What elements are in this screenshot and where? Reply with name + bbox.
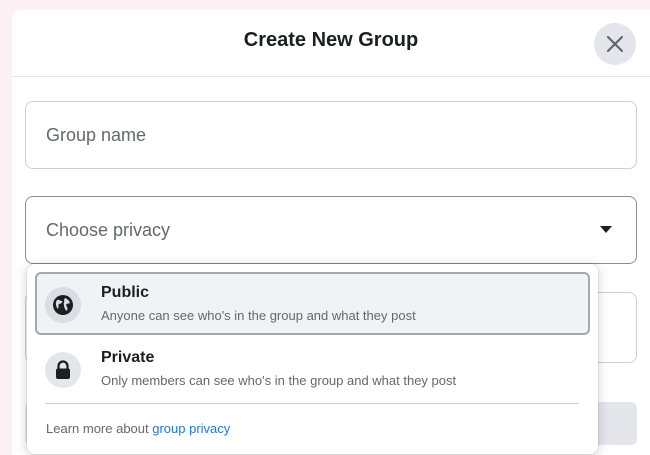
learn-more-prefix: Learn more about — [46, 421, 153, 436]
close-button[interactable] — [594, 23, 636, 65]
lock-icon — [45, 352, 81, 388]
private-option-label: Private — [101, 349, 155, 366]
privacy-option-private[interactable]: Private Only members can see who's in th… — [35, 337, 590, 400]
privacy-select[interactable]: Choose privacy — [25, 196, 637, 264]
privacy-dropdown-menu: Public Anyone can see who's in the group… — [27, 264, 598, 454]
dialog-header: Create New Group — [12, 10, 650, 77]
public-option-label: Public — [101, 284, 150, 301]
group-name-placeholder: Group name — [46, 125, 147, 145]
globe-icon — [45, 287, 81, 323]
privacy-placeholder: Choose privacy — [46, 220, 171, 240]
menu-divider — [45, 403, 579, 404]
learn-more-text: Learn more about group privacy — [46, 421, 230, 436]
group-privacy-link[interactable]: group privacy — [152, 421, 230, 436]
public-option-description: Anyone can see who's in the group and wh… — [101, 308, 416, 323]
dialog-title: Create New Group — [243, 29, 419, 51]
group-name-input[interactable]: Group name — [25, 101, 637, 169]
caret-down-icon — [600, 226, 612, 233]
close-icon — [606, 35, 624, 53]
privacy-option-public[interactable]: Public Anyone can see who's in the group… — [35, 272, 590, 335]
private-option-description: Only members can see who's in the group … — [101, 373, 457, 388]
